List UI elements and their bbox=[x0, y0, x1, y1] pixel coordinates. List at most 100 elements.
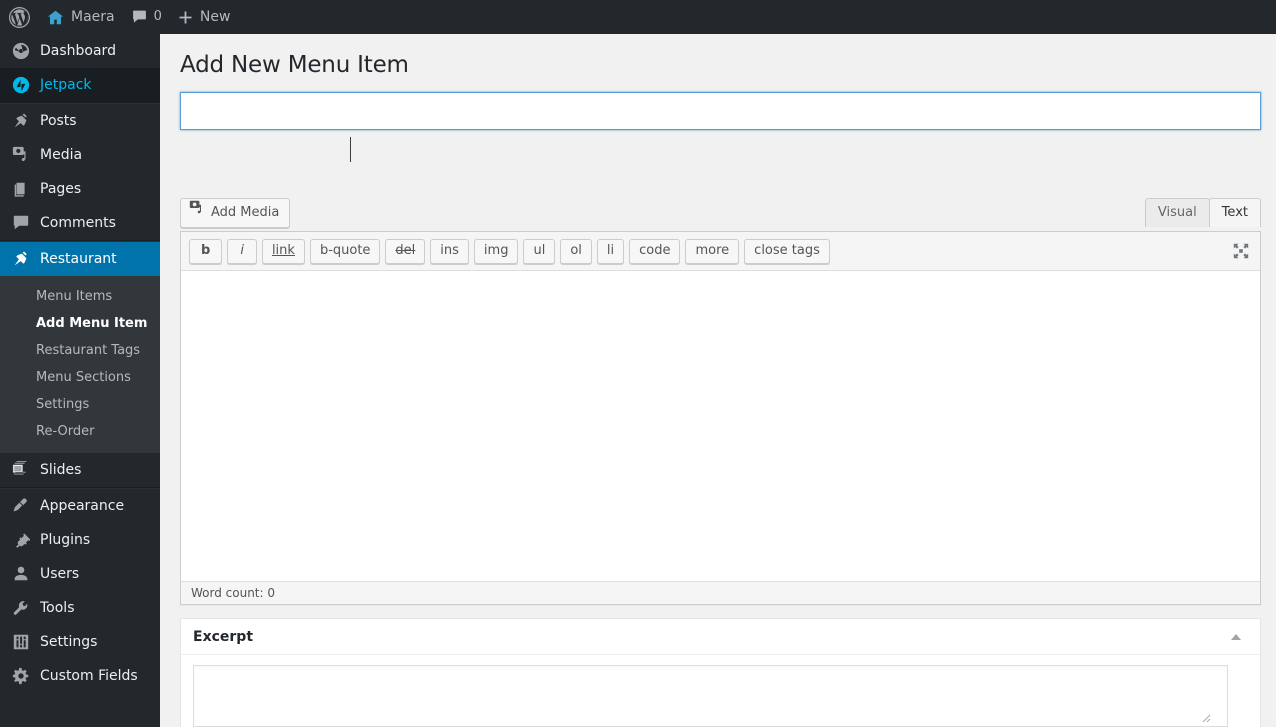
sidebar-item-slides[interactable]: Slides bbox=[0, 453, 160, 487]
quicktag-ul[interactable]: ul bbox=[523, 239, 556, 264]
sidebar-item-tools[interactable]: Tools bbox=[0, 591, 160, 625]
paintbrush-icon bbox=[11, 496, 31, 516]
pin-icon bbox=[11, 249, 31, 269]
site-name-menu[interactable]: Maera bbox=[39, 0, 123, 34]
comments-menu[interactable]: 0 bbox=[123, 0, 170, 34]
media-icon bbox=[11, 145, 31, 165]
submenu-item-menu-items[interactable]: Menu Items bbox=[0, 283, 160, 310]
sidebar-item-plugins[interactable]: Plugins bbox=[0, 523, 160, 557]
new-content-label: New bbox=[199, 9, 231, 25]
sidebar-item-pages[interactable]: Pages bbox=[0, 172, 160, 206]
fullscreen-expand-icon[interactable] bbox=[1230, 240, 1252, 262]
quicktag-ins[interactable]: ins bbox=[430, 239, 469, 264]
submenu-item-menu-sections[interactable]: Menu Sections bbox=[0, 364, 160, 391]
site-name-label: Maera bbox=[71, 9, 115, 25]
quicktag-more[interactable]: more bbox=[685, 239, 740, 264]
editor-status-bar: Word count: 0 bbox=[180, 581, 1261, 605]
sidebar-item-users[interactable]: Users bbox=[0, 557, 160, 591]
page-title: Add New Menu Item bbox=[180, 52, 409, 78]
sidebar-item-label: Comments bbox=[40, 215, 116, 231]
triangle-up-icon[interactable] bbox=[1222, 619, 1250, 655]
sidebar-item-comments[interactable]: Comments bbox=[0, 206, 160, 240]
new-content-menu[interactable]: New bbox=[170, 0, 239, 34]
text-caret bbox=[350, 137, 351, 162]
submenu-item-restaurant-tags[interactable]: Restaurant Tags bbox=[0, 337, 160, 364]
dashboard-icon bbox=[11, 41, 31, 61]
submenu-item-add-menu-item[interactable]: Add Menu Item bbox=[0, 310, 160, 337]
pages-icon bbox=[11, 179, 31, 199]
sidebar-item-label: Tools bbox=[40, 600, 75, 616]
sidebar-item-label: Users bbox=[40, 566, 80, 582]
wordpress-logo-icon bbox=[9, 6, 30, 28]
sidebar-item-label: Media bbox=[40, 147, 83, 163]
sidebar-item-posts[interactable]: Posts bbox=[0, 104, 160, 138]
sidebar-item-label: Restaurant bbox=[40, 251, 117, 267]
quicktag-b[interactable]: b bbox=[189, 239, 223, 264]
user-icon bbox=[11, 564, 31, 584]
sidebar-submenu: Menu Items Add Menu Item Restaurant Tags Me… bbox=[0, 276, 160, 453]
main-content-area: Add New Menu Item Add Media Visual Text b… bbox=[160, 34, 1276, 727]
submenu-item-re-order[interactable]: Re-Order bbox=[0, 418, 160, 445]
excerpt-textarea[interactable] bbox=[193, 665, 1228, 727]
tab-visual[interactable]: Visual bbox=[1144, 198, 1210, 227]
quicktag-del[interactable]: del bbox=[385, 239, 426, 264]
sidebar-item-label: Pages bbox=[40, 181, 82, 197]
content-textarea[interactable] bbox=[180, 271, 1261, 581]
quicktag-b-quote[interactable]: b-quote bbox=[309, 239, 381, 264]
sidebar-item-media[interactable]: Media bbox=[0, 138, 160, 172]
add-media-label: Add Media bbox=[211, 205, 280, 220]
sidebar-item-label: Custom Fields bbox=[40, 668, 138, 684]
submenu-item-settings[interactable]: Settings bbox=[0, 391, 160, 418]
quicktags-toolbar: b i link b-quote del ins img ul ol li code more clos… bbox=[180, 231, 1261, 271]
home-icon bbox=[47, 9, 64, 26]
excerpt-metabox-title: Excerpt bbox=[193, 628, 254, 645]
media-icon bbox=[189, 199, 205, 227]
pin-icon bbox=[11, 111, 31, 131]
jetpack-icon bbox=[11, 75, 31, 95]
wordpress-logo-menu[interactable] bbox=[0, 0, 39, 34]
quicktag-i[interactable]: i bbox=[227, 239, 257, 264]
plus-icon bbox=[178, 10, 193, 25]
excerpt-metabox-body bbox=[181, 655, 1260, 727]
sidebar-item-restaurant[interactable]: Restaurant bbox=[0, 242, 160, 276]
sidebar-item-jetpack[interactable]: Jetpack bbox=[0, 68, 160, 102]
comment-bubble-icon bbox=[11, 213, 31, 233]
sidebar-item-label: Plugins bbox=[40, 532, 91, 548]
editor-toolbar-row: Add Media Visual Text bbox=[180, 178, 1261, 231]
quicktag-close-tags[interactable]: close tags bbox=[744, 239, 830, 264]
excerpt-metabox-header[interactable]: Excerpt bbox=[181, 619, 1260, 655]
sidebar-item-label: Appearance bbox=[40, 498, 125, 514]
quicktag-code[interactable]: code bbox=[629, 239, 681, 264]
quicktag-link[interactable]: link bbox=[261, 239, 305, 264]
title-field-wrapper bbox=[180, 92, 1261, 130]
quicktag-ol[interactable]: ol bbox=[560, 239, 592, 264]
triangle-up-glyph bbox=[1231, 634, 1241, 640]
comments-count: 0 bbox=[153, 9, 162, 24]
sidebar-item-dashboard[interactable]: Dashboard bbox=[0, 34, 160, 68]
post-editor: Add Media Visual Text b i link b-quote del ins… bbox=[180, 178, 1261, 605]
excerpt-metabox: Excerpt bbox=[180, 618, 1261, 727]
sidebar-item-label: Dashboard bbox=[40, 43, 116, 59]
word-count-label: Word count: 0 bbox=[191, 586, 276, 600]
tab-text[interactable]: Text bbox=[1208, 198, 1261, 227]
wrench-icon bbox=[11, 598, 31, 618]
sliders-icon bbox=[11, 632, 31, 652]
admin-bar: Maera 0 New bbox=[0, 0, 1276, 34]
sidebar-item-custom-fields[interactable]: Custom Fields bbox=[0, 659, 160, 693]
slides-icon bbox=[11, 460, 31, 480]
admin-sidebar-menu: Dashboard Jetpack Posts Media Pages Comments R… bbox=[0, 34, 160, 727]
quicktag-li[interactable]: li bbox=[596, 239, 625, 264]
add-media-button[interactable]: Add Media bbox=[180, 198, 291, 228]
sidebar-item-label: Jetpack bbox=[40, 77, 92, 93]
sidebar-item-label: Posts bbox=[40, 113, 77, 129]
post-title-input[interactable] bbox=[180, 92, 1261, 130]
comment-bubble-icon bbox=[131, 9, 148, 25]
sidebar-item-label: Settings bbox=[40, 634, 98, 650]
sidebar-item-label: Slides bbox=[40, 462, 82, 478]
sidebar-item-appearance[interactable]: Appearance bbox=[0, 489, 160, 523]
plug-icon bbox=[11, 530, 31, 550]
quicktag-img[interactable]: img bbox=[473, 239, 519, 264]
gear-icon bbox=[11, 666, 31, 686]
editor-mode-tabs: Visual Text bbox=[1144, 198, 1261, 227]
sidebar-item-settings[interactable]: Settings bbox=[0, 625, 160, 659]
